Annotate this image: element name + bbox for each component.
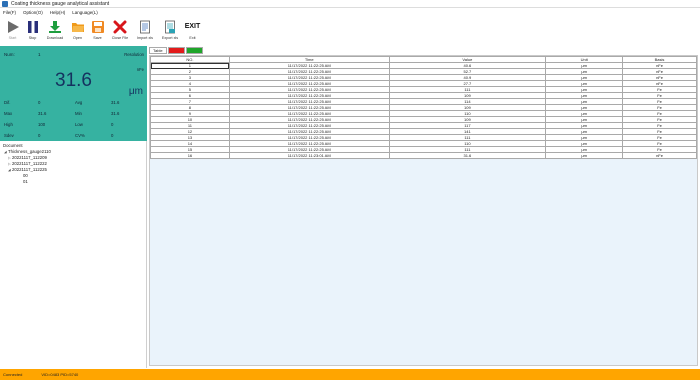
measurement-table: NO. Time Value Unit Basis 1 11/17/2022 11… xyxy=(150,56,697,159)
avg-label: Avg xyxy=(75,100,83,105)
close-file-button[interactable]: Close File xyxy=(108,17,132,43)
save-icon xyxy=(90,19,105,34)
max-value: 31.6 xyxy=(38,111,47,116)
table-area: Table Lines Stats NO. Time Value Unit Ba… xyxy=(148,46,700,368)
close-file-label: Close File xyxy=(111,36,129,40)
low-label: Low xyxy=(75,122,83,127)
dif-label: Dif. xyxy=(4,100,11,105)
cell-no[interactable]: 16 xyxy=(150,152,230,159)
tree-header: Document xyxy=(3,143,23,148)
high-value: 100 xyxy=(38,122,46,127)
cell-time[interactable]: 11/17/2022 11:23:01 AM xyxy=(228,152,390,159)
sdev-value: 0 xyxy=(38,133,41,138)
connection-status: Connected xyxy=(3,372,23,377)
pause-icon xyxy=(25,19,40,34)
resolution-label: Resolution xyxy=(124,52,144,57)
high-label: High xyxy=(4,122,13,127)
cell-unit[interactable]: μm xyxy=(545,152,624,159)
tree-child[interactable]: 01 xyxy=(23,179,28,184)
reading-value: 31.6 xyxy=(55,70,92,91)
cv-label: CV% xyxy=(75,133,85,138)
num-label: Num: xyxy=(4,52,15,57)
left-panel: Num: 1 Resolution nFe 31.6 μm Dif. 0 Avg… xyxy=(0,46,147,368)
import-xls-label: Import xls xyxy=(137,36,153,40)
max-label: Max xyxy=(4,111,13,116)
tree-root[interactable]: ◢Thickness_gauge2110 xyxy=(4,149,51,154)
tab-table[interactable]: Table xyxy=(149,47,167,54)
menu-help[interactable]: Help(H) xyxy=(50,10,66,15)
tree-item-label: 20221117_112225 xyxy=(12,167,47,172)
avg-value: 31.6 xyxy=(111,100,120,105)
table-row[interactable]: 16 11/17/2022 11:23:01 AM 31.6 μm nFe xyxy=(150,152,697,159)
open-label: Open xyxy=(72,36,83,40)
export-xls-button[interactable]: Export xls xyxy=(158,17,182,43)
basis-value: nFe xyxy=(136,67,144,72)
low-value: 0 xyxy=(111,122,114,127)
import-document-icon xyxy=(138,19,153,34)
start-label: Start xyxy=(8,36,17,40)
close-icon xyxy=(113,19,128,34)
tree-item-label: 20221117_112209 xyxy=(12,155,47,160)
save-label: Save xyxy=(93,36,102,40)
menu-bar: File(F) Option(O) Help(H) Language(L) xyxy=(0,8,700,16)
download-icon xyxy=(48,19,63,34)
tree-root-label: Thickness_gauge2110 xyxy=(8,149,51,154)
exit-label: Exit xyxy=(189,36,196,40)
reading-unit: μm xyxy=(128,86,143,97)
download-button[interactable]: Download xyxy=(43,17,67,43)
window-title: Coating thickness gauge analytical assis… xyxy=(11,0,110,7)
min-label: Min xyxy=(75,111,82,116)
num-value: 1 xyxy=(38,52,41,57)
app-icon xyxy=(2,0,8,7)
dif-value: 0 xyxy=(38,100,41,105)
tree-item[interactable]: ▷20221117_112222 xyxy=(8,161,47,166)
import-xls-button[interactable]: Import xls xyxy=(133,17,157,43)
min-value: 31.6 xyxy=(111,111,120,116)
tree-item[interactable]: ▷20221117_112209 xyxy=(8,155,47,160)
stop-label: Stop xyxy=(28,36,37,40)
table-body: 1 11/17/2022 11:22:25 AM 40.6 μm nFe 2 11/17/2… xyxy=(150,62,697,159)
tab-strip: Table Lines Stats xyxy=(149,47,204,54)
stop-button[interactable]: Stop xyxy=(23,17,42,43)
tree-child[interactable]: 00 xyxy=(23,173,28,178)
save-button[interactable]: Save xyxy=(88,17,107,43)
download-label: Download xyxy=(46,36,64,40)
play-icon xyxy=(5,19,20,34)
export-xls-label: Export xls xyxy=(161,36,179,40)
export-document-icon xyxy=(163,19,178,34)
status-bar: Connected VID=0483 PID=5740 xyxy=(0,369,700,380)
tree-item-label: 20221117_112222 xyxy=(12,161,47,166)
sdev-label: Sdev xyxy=(4,133,14,138)
menu-option[interactable]: Option(O) xyxy=(23,10,43,15)
tab-red[interactable]: Lines xyxy=(167,47,186,54)
tab-green[interactable]: Stats xyxy=(186,47,204,54)
tree-item[interactable]: ◢20221117_112225 xyxy=(8,167,47,172)
open-button[interactable]: Open xyxy=(68,17,87,43)
toolbar: Start Stop Download Open Save Close File xyxy=(0,17,700,59)
folder-open-icon xyxy=(70,19,85,34)
data-grid: NO. Time Value Unit Basis 1 11/17/2022 11… xyxy=(149,55,698,366)
measurement-panel: Num: 1 Resolution nFe 31.6 μm Dif. 0 Avg… xyxy=(0,46,147,141)
exit-icon: EXIT xyxy=(184,19,201,34)
exit-button[interactable]: EXIT Exit xyxy=(183,17,202,43)
device-id: VID=0483 PID=5740 xyxy=(41,372,79,377)
exit-glyph: EXIT xyxy=(184,23,201,30)
menu-file[interactable]: File(F) xyxy=(3,10,16,15)
cell-basis[interactable]: nFe xyxy=(622,152,697,159)
cell-value[interactable]: 31.6 xyxy=(388,152,547,159)
start-button[interactable]: Start xyxy=(3,17,22,43)
cv-value: 0 xyxy=(111,133,114,138)
title-bar: Coating thickness gauge analytical assis… xyxy=(0,0,700,8)
menu-language[interactable]: Language(L) xyxy=(72,10,98,15)
